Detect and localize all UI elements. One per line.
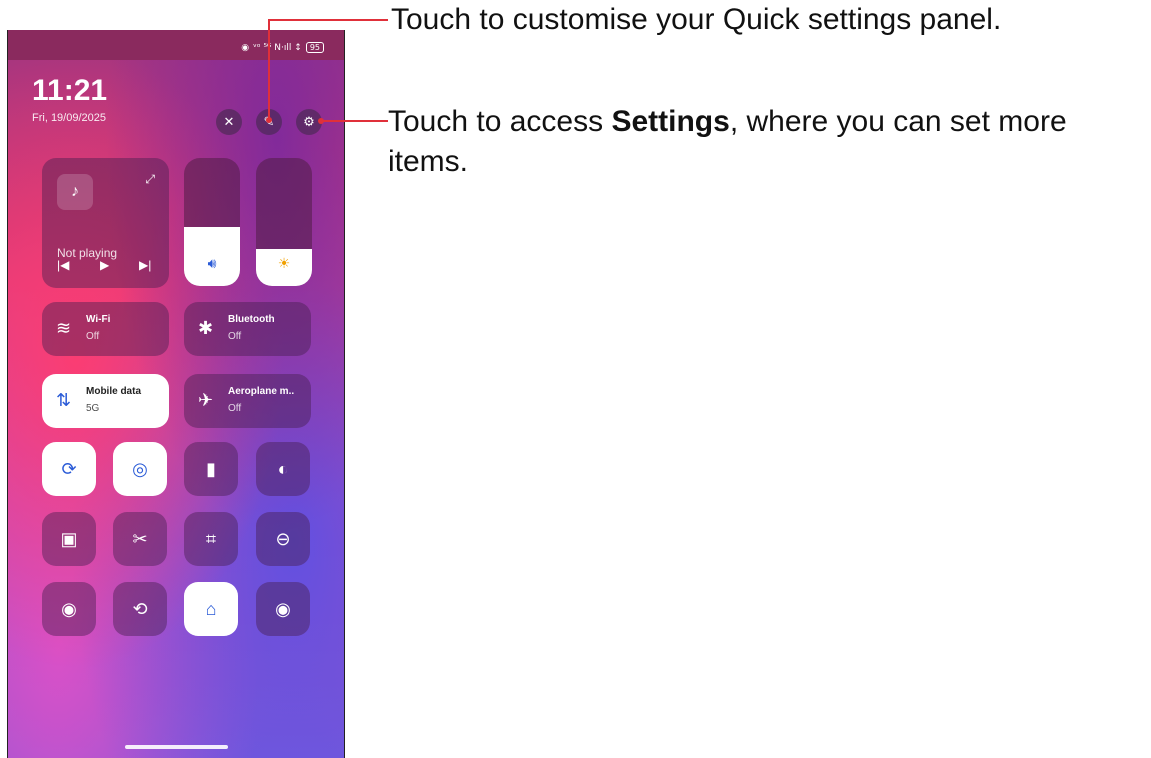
- tile-location[interactable]: ◎: [113, 442, 167, 496]
- do-not-disturb-icon: ⊖: [275, 528, 291, 549]
- brightness-icon: ☀: [277, 255, 291, 271]
- data-saver-icon: ⟲: [132, 598, 148, 619]
- tile-screen-record[interactable]: ▣: [42, 512, 96, 566]
- callout-line-edit-horizontal: [268, 19, 388, 21]
- tile-auto-rotate[interactable]: ⟳: [42, 442, 96, 496]
- location-icon: ◎: [132, 458, 148, 479]
- tile-hotspot[interactable]: ◉: [42, 582, 96, 636]
- tile-flashlight[interactable]: ▮: [184, 442, 238, 496]
- mobile-data-state: 5G: [86, 403, 100, 414]
- brightness-slider[interactable]: ☀: [256, 158, 312, 286]
- bluetooth-label: Bluetooth: [228, 314, 275, 325]
- tile-eye-comfort[interactable]: ◉: [256, 582, 310, 636]
- eye-icon: ◉: [275, 598, 291, 619]
- callout-edit-text: Touch to customise your Quick settings p…: [391, 3, 1002, 36]
- expand-icon[interactable]: ⤢: [145, 172, 155, 187]
- music-note-icon: ♪: [57, 174, 93, 210]
- battery-level: 95: [305, 42, 324, 53]
- tile-home[interactable]: ⌂: [184, 582, 238, 636]
- play-icon[interactable]: ▶: [100, 258, 109, 272]
- mobile-data-label: Mobile data: [86, 386, 142, 397]
- wifi-state: Off: [86, 331, 100, 342]
- airplane-icon: ✈: [198, 390, 214, 410]
- bluetooth-state: Off: [228, 331, 242, 342]
- wifi-label: Wi-Fi: [86, 314, 111, 325]
- tile-qr-scanner[interactable]: ⌗: [184, 512, 238, 566]
- status-bar: ◉ ᵛᵒ ⁵ᴳ N·ıll ↕ 95: [241, 42, 324, 53]
- callout-settings-bold: Settings: [611, 105, 730, 138]
- flashlight-off-icon[interactable]: ✕: [216, 109, 242, 135]
- next-icon[interactable]: ▶|: [139, 258, 151, 272]
- tile-mobile-data[interactable]: ⇅ Mobile data 5G: [42, 374, 169, 428]
- volume-icon: 🔊︎: [207, 255, 217, 271]
- rotate-icon: ⟳: [61, 458, 77, 479]
- qr-code-icon: ⌗: [205, 528, 217, 549]
- screenshot-icon: ✂: [132, 528, 148, 549]
- bluetooth-icon: ✱: [198, 318, 214, 338]
- tile-screenshot[interactable]: ✂: [113, 512, 167, 566]
- tile-data-saver[interactable]: ⟲: [113, 582, 167, 636]
- flashlight-icon: ▮: [206, 458, 216, 479]
- gesture-bar[interactable]: [125, 745, 228, 749]
- media-player-tile[interactable]: ♪ ⤢ Not playing |◀ ▶ ▶|: [42, 158, 169, 288]
- tile-do-not-disturb[interactable]: ⊖: [256, 512, 310, 566]
- nfc-icon: ◉: [241, 42, 250, 53]
- date-label: Fri, 19/09/2025: [32, 112, 106, 124]
- clock: 11:21: [32, 74, 108, 107]
- callout-line-edit-vertical: [268, 19, 270, 119]
- tile-aeroplane-mode[interactable]: ✈ Aeroplane m.. Off: [184, 374, 311, 428]
- callout-settings-text: Touch to access Settings, where you can …: [388, 102, 1088, 182]
- volume-slider[interactable]: 🔊︎: [184, 158, 240, 286]
- phone-screen: ◉ ᵛᵒ ⁵ᴳ N·ıll ↕ 95 11:21 Fri, 19/09/2025…: [7, 30, 345, 758]
- tile-bluetooth[interactable]: ✱ Bluetooth Off: [184, 302, 311, 356]
- previous-icon[interactable]: |◀: [57, 258, 69, 272]
- wifi-icon: ≋: [56, 318, 72, 338]
- video-camera-icon: ▣: [60, 528, 78, 549]
- callout-line-settings: [322, 120, 388, 122]
- tile-wifi[interactable]: ≋ Wi-Fi Off: [42, 302, 169, 356]
- home-icon: ⌂: [205, 598, 217, 619]
- tile-color-inversion[interactable]: ◐: [256, 442, 310, 496]
- aeroplane-state: Off: [228, 403, 242, 414]
- hotspot-icon: ◉: [61, 598, 77, 619]
- aeroplane-label: Aeroplane m..: [228, 386, 295, 397]
- mobile-data-icon: ⇅: [56, 390, 72, 410]
- signal-indicator: ᵛᵒ ⁵ᴳ N·ıll ↕: [253, 42, 302, 53]
- callout-settings-pre: Touch to access: [388, 105, 612, 138]
- contrast-icon: ◐: [277, 458, 289, 479]
